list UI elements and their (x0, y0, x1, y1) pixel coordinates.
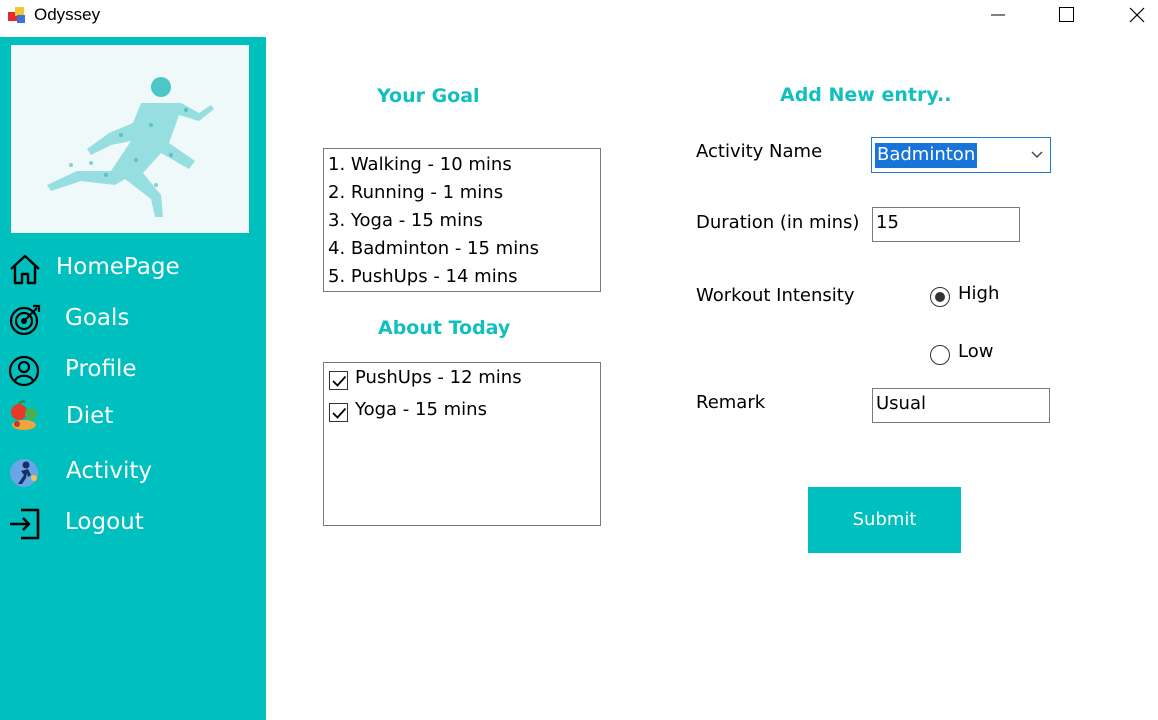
logout-icon (10, 508, 40, 540)
list-item[interactable]: 5. PushUps - 14 mins (328, 266, 518, 287)
fruits-icon (11, 400, 37, 430)
title-bar: Odyssey (0, 0, 1158, 37)
checkmark-icon (332, 375, 347, 387)
sidebar-item-activity[interactable]: Activity (0, 452, 266, 496)
today-checklist: PushUps - 12 mins Yoga - 15 mins (323, 362, 601, 526)
activity-name-label: Activity Name (696, 141, 823, 162)
sidebar-item-diet[interactable]: Diet (0, 397, 266, 441)
maximize-button[interactable] (1043, 0, 1089, 32)
sidebar-item-goals[interactable]: Goals (0, 299, 266, 343)
sidebar-item-label: Logout (65, 509, 144, 535)
sidebar-item-label: Diet (66, 403, 114, 429)
checklist-label: PushUps - 12 mins (355, 367, 522, 388)
activity-name-dropdown[interactable]: Badminton (871, 137, 1051, 173)
duration-input[interactable]: 15 (872, 207, 1020, 242)
checklist-label: Yoga - 15 mins (355, 399, 487, 420)
list-item[interactable]: 2. Running - 1 mins (328, 182, 503, 203)
minimize-icon (991, 14, 1005, 16)
window-title: Odyssey (34, 5, 101, 24)
close-button[interactable] (1112, 0, 1158, 32)
duration-label: Duration (in mins) (696, 212, 860, 233)
sidebar-item-logout[interactable]: Logout (0, 503, 266, 547)
radio-button[interactable] (930, 287, 950, 307)
checkbox[interactable] (329, 371, 348, 390)
chevron-down-icon (1031, 151, 1043, 158)
sidebar-item-profile[interactable]: Profile (0, 350, 266, 394)
list-item[interactable]: 3. Yoga - 15 mins (328, 210, 483, 231)
checkbox[interactable] (329, 403, 348, 422)
remark-input[interactable]: Usual (872, 388, 1050, 423)
app-icon (8, 7, 25, 23)
sidebar-item-label: Profile (65, 356, 137, 382)
sidebar-item-homepage[interactable]: HomePage (0, 248, 266, 292)
today-heading: About Today (378, 317, 511, 339)
checkmark-icon (332, 407, 347, 419)
sidebar-item-label: HomePage (56, 254, 180, 280)
running-figure-illustration (47, 77, 214, 217)
remark-label: Remark (696, 392, 766, 413)
goals-listbox[interactable]: 1. Walking - 10 mins 2. Running - 1 mins… (323, 148, 601, 292)
list-item[interactable]: 1. Walking - 10 mins (328, 154, 512, 175)
user-circle-icon (8, 355, 40, 387)
sidebar-item-label: Activity (66, 458, 153, 484)
home-icon (10, 254, 40, 285)
entry-heading: Add New entry.. (780, 84, 952, 106)
list-item[interactable]: 4. Badminton - 15 mins (328, 238, 539, 259)
goals-heading: Your Goal (377, 85, 480, 107)
radio-label: Low (958, 341, 994, 362)
hero-image (11, 45, 249, 233)
activity-icon (10, 459, 38, 487)
maximize-icon (1059, 7, 1074, 22)
close-icon (1129, 7, 1145, 23)
radio-label: High (958, 283, 1000, 304)
sidebar-item-label: Goals (65, 305, 130, 331)
submit-button[interactable]: Submit (808, 487, 961, 553)
radio-button[interactable] (930, 345, 950, 365)
minimize-button[interactable] (974, 0, 1020, 32)
activity-name-selected: Badminton (875, 143, 978, 168)
target-icon (9, 304, 41, 336)
sidebar: HomePage Goals Profile Diet Activity Log… (0, 37, 266, 720)
intensity-label: Workout Intensity (696, 285, 855, 306)
